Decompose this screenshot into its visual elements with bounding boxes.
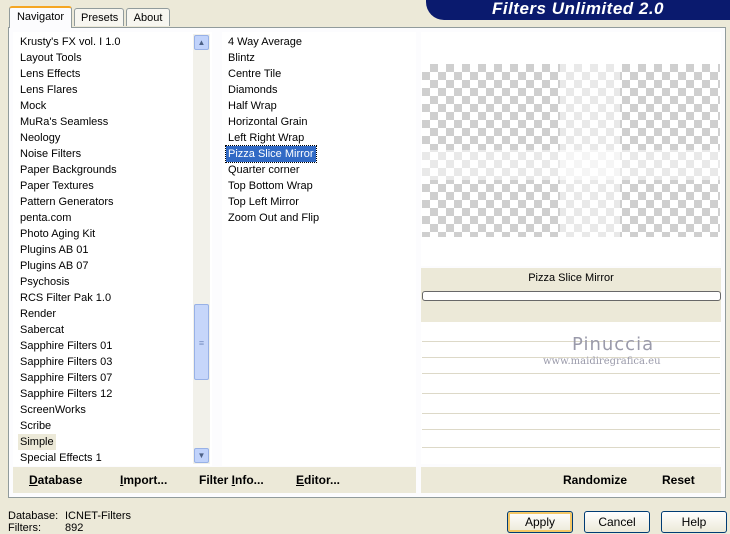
database-button[interactable]: Database: [29, 472, 82, 488]
param-row: [422, 373, 720, 374]
filter-list[interactable]: 4 Way Average Blintz Centre Tile Diamonds Ha…: [222, 32, 416, 466]
category-item[interactable]: MuRa's Seamless: [18, 114, 110, 130]
status-database-value: ICNET-Filters: [65, 510, 131, 522]
category-item[interactable]: Simple: [18, 434, 56, 450]
preview-filter-name: Pizza Slice Mirror: [528, 272, 614, 284]
status-filters-value: 892: [65, 522, 84, 534]
progress-bar: [422, 291, 721, 301]
category-item[interactable]: Layout Tools: [18, 50, 84, 66]
category-item[interactable]: Scribe: [18, 418, 53, 434]
category-item[interactable]: penta.com: [18, 210, 73, 226]
category-item[interactable]: Neology: [18, 130, 62, 146]
cancel-button[interactable]: Cancel: [584, 511, 650, 533]
filter-item[interactable]: Quarter corner: [226, 162, 302, 178]
filter-item[interactable]: Diamonds: [226, 82, 280, 98]
category-item[interactable]: Sapphire Filters 01: [18, 338, 114, 354]
filter-item[interactable]: 4 Way Average: [226, 34, 304, 50]
filter-item[interactable]: Zoom Out and Flip: [226, 210, 321, 226]
category-item[interactable]: Paper Textures: [18, 178, 96, 194]
tab-navigator[interactable]: Navigator: [9, 6, 72, 28]
category-item[interactable]: Special Effects 1: [18, 450, 104, 466]
category-item[interactable]: Mock: [18, 98, 48, 114]
category-scrollbar[interactable]: ▲ ≡ ▼: [193, 34, 210, 464]
reset-button[interactable]: Reset: [662, 472, 695, 488]
category-item[interactable]: Photo Aging Kit: [18, 226, 97, 242]
category-item[interactable]: Sapphire Filters 07: [18, 370, 114, 386]
param-row: [422, 447, 720, 448]
watermark-name: Pinuccia: [572, 334, 655, 355]
category-item[interactable]: Lens Effects: [18, 66, 82, 82]
tab-about[interactable]: About: [126, 8, 170, 26]
category-item[interactable]: Pattern Generators: [18, 194, 116, 210]
filter-item[interactable]: Blintz: [226, 50, 257, 66]
category-item[interactable]: Psychosis: [18, 274, 72, 290]
category-item[interactable]: Plugins AB 07: [18, 258, 91, 274]
filter-item[interactable]: Top Left Mirror: [226, 194, 301, 210]
preview-mirror-band-h: [422, 150, 720, 180]
param-row: [422, 413, 720, 414]
status-filters-label: Filters:: [8, 522, 41, 534]
param-row: [422, 429, 720, 430]
category-item[interactable]: ScreenWorks: [18, 402, 88, 418]
category-item[interactable]: Sabercat: [18, 322, 66, 338]
apply-button[interactable]: Apply: [507, 511, 573, 533]
editor-button[interactable]: Editor...: [296, 472, 340, 488]
filter-item[interactable]: Top Bottom Wrap: [226, 178, 315, 194]
category-item[interactable]: Lens Flares: [18, 82, 79, 98]
scroll-down-button[interactable]: ▼: [194, 448, 209, 463]
tab-presets[interactable]: Presets: [74, 8, 124, 26]
scroll-thumb[interactable]: ≡: [194, 304, 209, 380]
app-title: Filters Unlimited 2.0: [426, 0, 730, 20]
help-button[interactable]: Help: [661, 511, 727, 533]
category-item[interactable]: Noise Filters: [18, 146, 83, 162]
param-row: [422, 341, 720, 342]
category-item[interactable]: Sapphire Filters 03: [18, 354, 114, 370]
category-list[interactable]: Krusty's FX vol. I 1.0 Layout Tools Lens E…: [13, 32, 212, 466]
param-row: [422, 393, 720, 394]
scroll-up-button[interactable]: ▲: [194, 35, 209, 50]
filter-item[interactable]: Pizza Slice Mirror: [225, 145, 317, 163]
filter-item[interactable]: Half Wrap: [226, 98, 279, 114]
watermark-url: www.maidiregrafica.eu: [543, 356, 661, 367]
category-item[interactable]: Plugins AB 01: [18, 242, 91, 258]
randomize-button[interactable]: Randomize: [563, 472, 627, 488]
filter-item[interactable]: Centre Tile: [226, 66, 283, 82]
status-database-label: Database:: [8, 510, 59, 522]
filter-item[interactable]: Horizontal Grain: [226, 114, 309, 130]
category-item[interactable]: Sapphire Filters 12: [18, 386, 114, 402]
category-item[interactable]: Krusty's FX vol. I 1.0: [18, 34, 123, 50]
import-button[interactable]: Import...: [120, 472, 167, 488]
category-item[interactable]: Paper Backgrounds: [18, 162, 119, 178]
filter-item[interactable]: Left Right Wrap: [226, 130, 306, 146]
category-item[interactable]: RCS Filter Pak 1.0: [18, 290, 113, 306]
filter-info-button[interactable]: Filter Info...: [199, 472, 264, 488]
category-item[interactable]: Render: [18, 306, 58, 322]
